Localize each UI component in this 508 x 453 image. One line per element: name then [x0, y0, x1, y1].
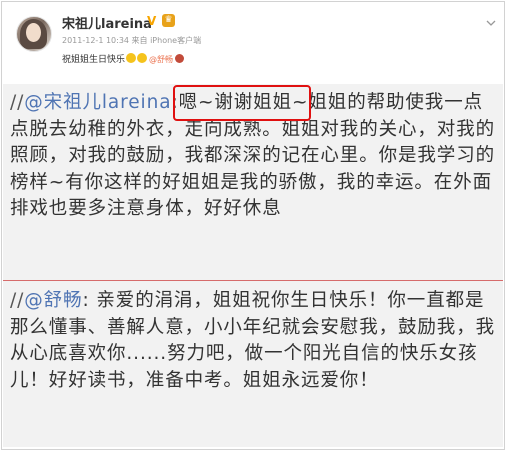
heart-eyes-emoji-icon	[137, 53, 148, 63]
verified-icon: V	[147, 14, 157, 28]
smile-emoji-icon	[126, 53, 137, 63]
original-mention[interactable]: @舒畅	[24, 290, 82, 311]
highlight-box	[173, 85, 311, 121]
user-nickname[interactable]: 宋祖儿lareina	[62, 13, 152, 32]
user-avatar[interactable]	[16, 16, 52, 52]
original-slash: //	[10, 290, 25, 311]
post-mention[interactable]: @舒畅	[149, 55, 173, 64]
chevron-down-icon[interactable]	[486, 18, 496, 28]
mention-avatar-icon	[175, 54, 185, 63]
post-meta: 2011-12-1 10:34 来自 iPhone客户端	[62, 36, 202, 45]
repost-slash: //	[10, 92, 25, 113]
original-text: : 亲爱的涓涓，姐姐祝你生日快乐！你一直都是那么懂事、善解人意，小小年纪就会安慰…	[10, 290, 496, 391]
repost-mention[interactable]: @宋祖儿lareina	[24, 92, 171, 113]
original-comment: //@舒畅: 亲爱的涓涓，姐姐祝你生日快乐！你一直都是那么懂事、善解人意，小小年…	[10, 288, 496, 394]
medal-icon: ♛	[162, 14, 175, 27]
section-divider	[3, 280, 503, 281]
post-text: 祝姐姐生日快乐 @舒畅	[62, 52, 185, 65]
avatar-face	[26, 23, 41, 42]
post-text-content: 祝姐姐生日快乐	[62, 55, 126, 65]
